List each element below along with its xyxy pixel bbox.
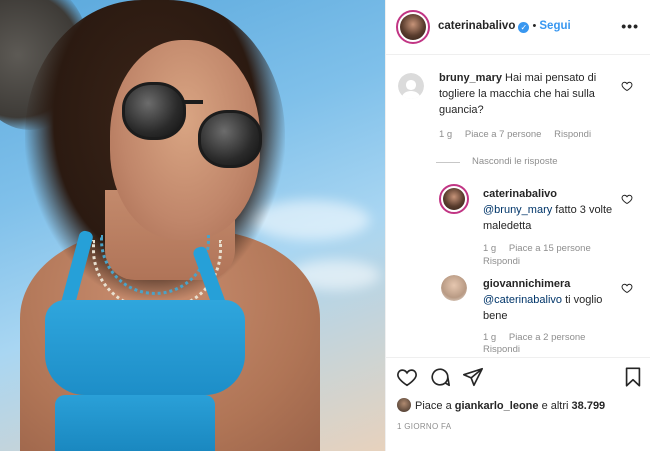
more-options-icon[interactable]: ••• xyxy=(621,18,639,34)
mention-link[interactable]: @caterinabalivo xyxy=(483,294,562,306)
verified-icon: ✓ xyxy=(518,22,530,33)
commenter-avatar[interactable] xyxy=(398,73,424,99)
heart-icon[interactable] xyxy=(621,282,633,294)
mention-link[interactable]: @bruny_mary xyxy=(483,204,552,216)
sunglasses-left-lens xyxy=(122,82,186,140)
liker-avatar[interactable] xyxy=(397,398,411,412)
reply-avatar[interactable] xyxy=(439,184,469,214)
separator-dot: • xyxy=(532,20,537,32)
post-sidebar: caterinabalivo ✓ • Segui ••• bruny_mary … xyxy=(385,0,650,451)
reply-username[interactable]: caterinabalivo xyxy=(483,188,557,200)
comment-likes[interactable]: Piace a 7 persone xyxy=(465,129,542,140)
comment-time: 1 g xyxy=(439,129,453,140)
reply-button[interactable]: Rispondi xyxy=(554,129,591,140)
hide-replies-button[interactable]: Nascondi le risposte xyxy=(472,156,558,167)
liker-username[interactable]: giankarlo_leone xyxy=(455,400,539,412)
heart-icon[interactable] xyxy=(621,80,633,92)
share-icon[interactable] xyxy=(462,366,484,388)
reply-text: giovannichimera @caterinabalivo ti vogli… xyxy=(483,278,603,322)
reply-likes[interactable]: Piace a 2 persone xyxy=(509,332,586,343)
comment-meta: 1 g Piace a 7 persone Rispondi xyxy=(439,128,601,141)
sunglasses-right-lens xyxy=(198,110,262,168)
reply-meta: 1 g Piace a 15 persone xyxy=(483,242,601,255)
reply-time: 1 g xyxy=(483,332,497,343)
likes-summary: Piace a giankarlo_leone e altri 38.799 xyxy=(397,398,605,412)
author-username[interactable]: caterinabalivo xyxy=(438,20,515,32)
reply-likes[interactable]: Piace a 15 persone xyxy=(509,243,591,254)
sunglasses-bridge xyxy=(183,100,203,104)
post-date: 1 GIORNO FA xyxy=(397,422,452,431)
reply-username[interactable]: giovannichimera xyxy=(483,278,570,290)
heart-icon[interactable] xyxy=(621,193,633,205)
reply-text: caterinabalivo @bruny_mary fatto 3 volte… xyxy=(483,188,613,232)
comment-text: bruny_mary Hai mai pensato di togliere l… xyxy=(439,72,597,116)
reply-avatar[interactable] xyxy=(441,275,467,301)
reply-time: 1 g xyxy=(483,243,497,254)
comment-username[interactable]: bruny_mary xyxy=(439,72,502,84)
swimsuit-top xyxy=(45,300,245,395)
action-bar: Piace a giankarlo_leone e altri 38.799 1… xyxy=(386,357,650,451)
follow-button[interactable]: Segui xyxy=(539,20,570,32)
reply-button[interactable]: Rispondi xyxy=(483,255,520,268)
comment-icon[interactable] xyxy=(429,366,451,388)
heart-icon[interactable] xyxy=(396,366,418,388)
swimsuit-bottom xyxy=(55,395,215,451)
likes-count[interactable]: 38.799 xyxy=(572,400,606,412)
post-header: caterinabalivo ✓ • Segui ••• xyxy=(386,0,650,55)
bookmark-icon[interactable] xyxy=(622,366,644,388)
author-avatar[interactable] xyxy=(396,10,430,44)
divider xyxy=(436,162,460,163)
post-image[interactable] xyxy=(0,0,385,451)
reply-button[interactable]: Rispondi xyxy=(483,343,520,356)
